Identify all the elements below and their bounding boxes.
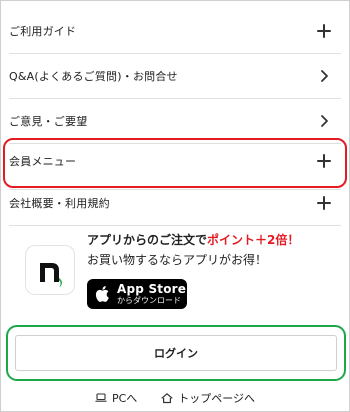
app-headline-prefix: アプリからのご注文で	[87, 233, 208, 247]
app-subtext: お買い物するならアプリがお得！	[87, 253, 268, 267]
home-icon	[161, 392, 173, 404]
laptop-icon	[95, 392, 107, 404]
app-promo-text: アプリからのご注文でポイント＋2倍！ お買い物するならアプリがお得！	[87, 233, 327, 267]
pc-link-label: PCへ	[111, 392, 138, 405]
app-store-title: App Store	[117, 282, 187, 296]
app-store-badge[interactable]: App Store からダウンロード	[87, 279, 187, 309]
footer-links: PCへ トップページへ	[1, 389, 349, 407]
menu-item-label: Q&A(よくあるご質問)・お問合せ	[9, 70, 178, 83]
menu-divider	[9, 225, 341, 226]
chevron-right-icon	[315, 67, 333, 85]
menu-item-guide[interactable]: ご利用ガイド	[9, 9, 341, 53]
login-label: ログイン	[154, 347, 198, 360]
menu-item-member[interactable]: 会員メニュー	[9, 139, 341, 183]
top-page-link-label: トップページへ	[178, 392, 256, 405]
app-store-subtitle: からダウンロード	[117, 296, 181, 305]
app-promo: アプリからのご注文でポイント＋2倍！ お買い物するならアプリがお得！ App S…	[25, 233, 325, 313]
pc-link[interactable]: PCへ	[95, 390, 137, 406]
menu-item-feedback[interactable]: ご意見・ご要望	[9, 99, 341, 143]
menu-item-qa[interactable]: Q&A(よくあるご質問)・お問合せ	[9, 54, 341, 98]
plus-icon	[315, 194, 333, 212]
menu-item-label: 会員メニュー	[9, 155, 77, 168]
menu-item-label: ご意見・ご要望	[9, 115, 88, 128]
app-logo-icon	[25, 245, 75, 295]
mobile-footer-menu: ご利用ガイド Q&A(よくあるご質問)・お問合せ ご意見・ご要望 会員メニュー …	[0, 0, 350, 412]
top-page-link[interactable]: トップページへ	[161, 390, 255, 406]
apple-icon	[95, 285, 111, 303]
menu-item-label: 会社概要・利用規約	[9, 197, 110, 210]
app-headline: アプリからのご注文でポイント＋2倍！	[87, 233, 327, 247]
app-store-text: App Store からダウンロード	[117, 283, 186, 305]
menu-item-label: ご利用ガイド	[9, 25, 77, 38]
app-headline-emphasis: ポイント＋2倍！	[207, 233, 300, 247]
login-button[interactable]: ログイン	[15, 335, 337, 371]
plus-icon	[315, 152, 333, 170]
chevron-right-icon	[315, 112, 333, 130]
plus-icon	[315, 22, 333, 40]
menu-item-company[interactable]: 会社概要・利用規約	[9, 181, 341, 225]
